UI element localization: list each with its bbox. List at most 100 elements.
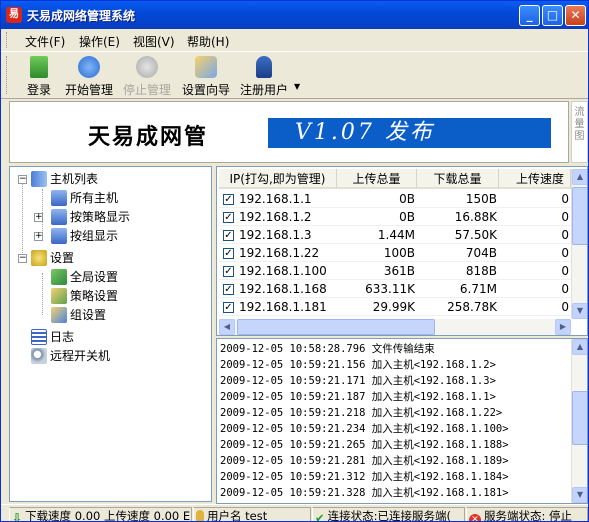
tree-item-remote-power[interactable]: 远程开关机 <box>10 347 210 365</box>
tree-item-log[interactable]: 日志 <box>10 328 210 346</box>
status-speed: ⇩ 下载速度 0.00 上传速度 0.00 E <box>9 507 192 522</box>
table-row[interactable]: ✓ 192.168.1.22 100B 704B 0 <box>219 245 571 262</box>
cell-upload-total: 361B <box>383 264 415 278</box>
policy-settings-icon <box>51 288 67 304</box>
flow-chart-label: 流量图 <box>574 107 585 142</box>
status-user: 用户名 test <box>193 507 311 522</box>
menu-operate[interactable]: 操作(E) <box>79 33 120 50</box>
log-line: 2009-12-05 10:59:21.265 加入主机<192.168.1.1… <box>220 439 509 451</box>
tree-item-all-hosts[interactable]: 所有主机 <box>10 189 210 207</box>
wizard-label: 设置向导 <box>181 83 230 97</box>
cell-ip: 192.168.1.3 <box>239 228 312 242</box>
tree-item-by-policy[interactable]: + 按策略显示 <box>10 208 210 226</box>
check-icon: ✔ <box>315 511 325 522</box>
column-header-upload-total[interactable]: 上传总量 <box>337 169 417 189</box>
tree-item-settings[interactable]: − 设置 <box>10 249 210 267</box>
cell-upload-total: 0B <box>399 192 415 206</box>
cell-upload-speed: 0 <box>561 282 569 296</box>
flow-chart-button[interactable]: 流量图 <box>571 101 588 163</box>
table-row[interactable]: ✓ 192.168.1.100 361B 818B 0 <box>219 263 571 280</box>
tree-label: 组设置 <box>70 308 107 322</box>
tree-item-global-settings[interactable]: 全局设置 <box>10 268 210 286</box>
tree-label: 所有主机 <box>70 191 119 205</box>
cell-download-total: 258.78K <box>447 300 497 314</box>
log-line: 2009-12-05 10:58:28.796 文件传输结束 <box>220 343 435 355</box>
computer-icon <box>51 190 67 206</box>
manage-checkbox[interactable]: ✓ <box>223 248 234 259</box>
user-icon <box>196 510 204 521</box>
table-row[interactable]: ✓ 192.168.1.168 633.11K 6.71M 0 <box>219 281 571 298</box>
hscroll-thumb[interactable] <box>237 319 435 335</box>
login-icon <box>30 56 48 78</box>
manage-checkbox[interactable]: ✓ <box>223 302 234 313</box>
column-header-download-total[interactable]: 下载总量 <box>417 169 499 189</box>
tree-label: 设置 <box>50 251 75 265</box>
group-icon <box>51 228 67 244</box>
column-header-ip[interactable]: IP(打勾,即为管理) <box>219 169 337 189</box>
cell-ip: 192.168.1.168 <box>239 282 327 296</box>
app-icon[interactable]: 易 <box>6 7 22 23</box>
settings-icon <box>31 250 47 266</box>
register-user-button[interactable]: 注册用户 <box>238 54 290 98</box>
manage-checkbox[interactable]: ✓ <box>223 230 234 241</box>
maximize-button[interactable]: □ <box>542 5 563 26</box>
cell-download-total: 16.88K <box>454 210 497 224</box>
login-button[interactable]: 登录 <box>23 54 55 98</box>
tree-label: 全局设置 <box>70 270 119 284</box>
tree-item-host-list[interactable]: − 主机列表 <box>10 170 210 188</box>
cell-download-total: 6.71M <box>459 282 497 296</box>
manage-checkbox[interactable]: ✓ <box>223 212 234 223</box>
scroll-right-button[interactable]: ▶ <box>555 319 571 335</box>
monitor-icon <box>51 209 67 225</box>
expand-toggle[interactable]: + <box>34 213 43 222</box>
manage-checkbox[interactable]: ✓ <box>223 194 234 205</box>
scroll-thumb[interactable] <box>572 187 587 245</box>
title-bar[interactable]: 易 天易成网络管理系统 _ □ ✕ <box>1 1 588 29</box>
table-row[interactable]: ✓ 192.168.1.1 0B 150B 0 <box>219 191 571 208</box>
table-row[interactable]: ✓ 192.168.1.3 1.44M 57.50K 0 <box>219 227 571 244</box>
table-row[interactable]: ✓ 192.168.1.181 29.99K 258.78K 0 <box>219 299 571 316</box>
download-arrow-icon: ⇩ <box>12 511 23 522</box>
scroll-left-button[interactable]: ◀ <box>219 319 235 335</box>
log-vscroll[interactable]: ▲ ▼ <box>571 339 587 503</box>
setup-wizard-button[interactable]: 设置向导 <box>180 54 232 98</box>
manage-checkbox[interactable]: ✓ <box>223 266 234 277</box>
user-icon <box>256 56 272 78</box>
status-user-text: 用户名 test <box>207 509 268 522</box>
minimize-button[interactable]: _ <box>519 5 540 26</box>
register-label: 注册用户 <box>239 83 288 97</box>
cell-upload-total: 100B <box>383 246 415 260</box>
log-line: 2009-12-05 10:59:21.156 加入主机<192.168.1.2… <box>220 359 496 371</box>
menu-file[interactable]: 文件(F) <box>25 33 65 50</box>
table-row[interactable]: ✓ 192.168.1.2 0B 16.88K 0 <box>219 209 571 226</box>
stop-manage-button[interactable]: 停止管理 <box>121 54 173 98</box>
cell-upload-total: 0B <box>399 210 415 224</box>
tree-item-by-group[interactable]: + 按组显示 <box>10 227 210 245</box>
start-manage-button[interactable]: 开始管理 <box>63 54 115 98</box>
cell-upload-total: 633.11K <box>365 282 415 296</box>
host-table-hscroll[interactable]: ◀ ▶ <box>219 319 571 335</box>
expand-toggle[interactable]: + <box>34 232 43 241</box>
menu-help[interactable]: 帮助(H) <box>187 33 229 50</box>
host-table-vscroll[interactable]: ▲ ▼ <box>571 169 587 319</box>
tree-item-policy-settings[interactable]: 策略设置 <box>10 287 210 305</box>
scroll-up-button[interactable]: ▲ <box>572 339 587 355</box>
log-line: 2009-12-05 10:59:21.281 加入主机<192.168.1.1… <box>220 455 509 467</box>
tree-item-group-settings[interactable]: 组设置 <box>10 306 210 324</box>
scroll-down-button[interactable]: ▼ <box>572 487 587 503</box>
wizard-icon <box>195 56 217 78</box>
collapse-toggle[interactable]: − <box>18 254 27 263</box>
manage-checkbox[interactable]: ✓ <box>223 284 234 295</box>
scroll-thumb[interactable] <box>572 391 587 445</box>
menu-view[interactable]: 视图(V) <box>133 33 175 50</box>
banner-product-name: 天易成网管 <box>88 124 209 150</box>
collapse-toggle[interactable]: − <box>18 175 27 184</box>
host-table: IP(打勾,即为管理) 上传总量 下载总量 上传速度 ✓ 192.168.1.1 0… <box>216 166 588 336</box>
column-header-upload-speed[interactable]: 上传速度 <box>499 169 571 189</box>
toolbar-dropdown-arrow[interactable]: ▼ <box>294 82 300 91</box>
cell-download-total: 57.50K <box>454 228 497 242</box>
scroll-down-button[interactable]: ▼ <box>572 303 587 319</box>
start-label: 开始管理 <box>64 83 113 97</box>
close-button[interactable]: ✕ <box>565 5 586 26</box>
scroll-up-button[interactable]: ▲ <box>572 169 587 185</box>
